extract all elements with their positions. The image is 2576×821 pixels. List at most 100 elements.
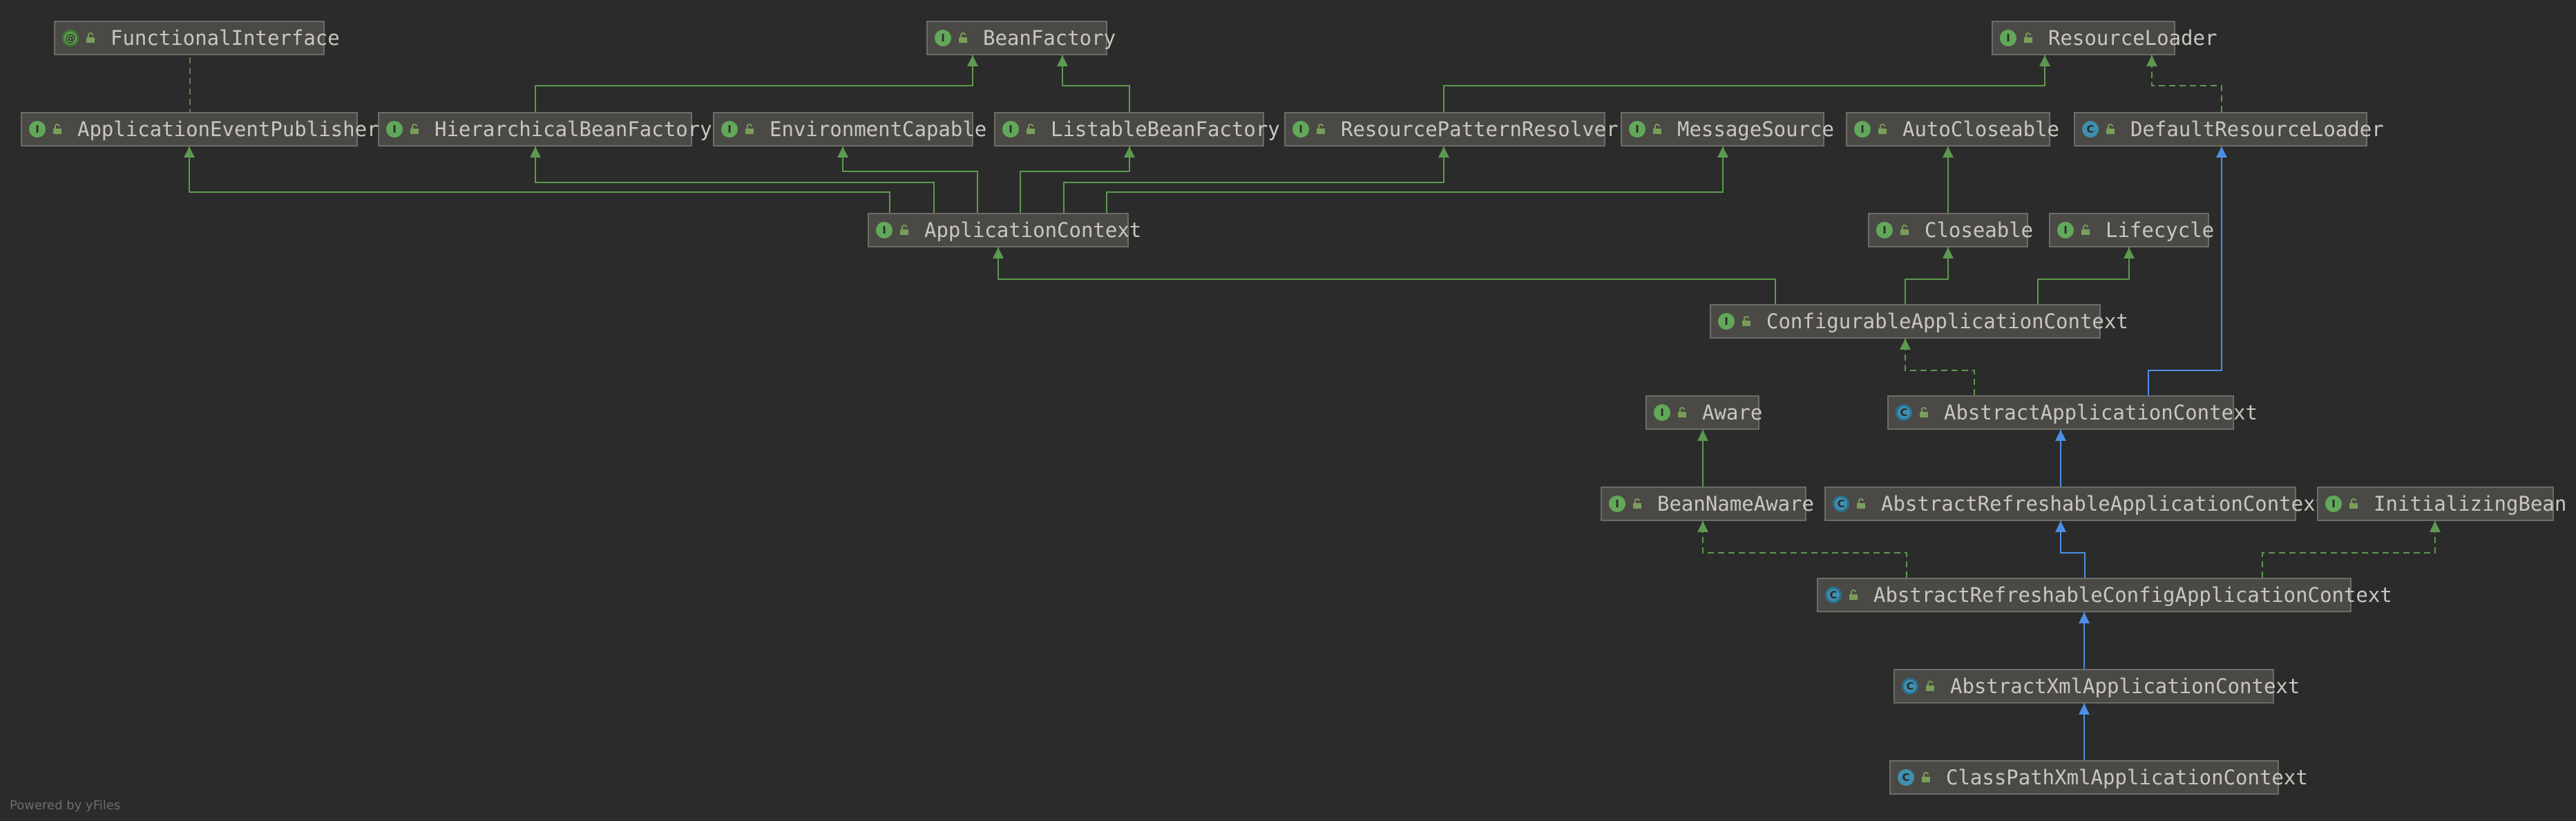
class-node-closeable[interactable]: I Closeable: [1868, 213, 2033, 247]
uml-diagram-canvas: @ FunctionalInterface I BeanFactory I Resourc…: [0, 0, 2576, 821]
class-node-label: ResourcePatternResolver: [1341, 117, 1619, 141]
class-node-abstract-refreshable-config-application-context[interactable]: C AbstractRefreshableConfigApplicationCon…: [1817, 578, 2392, 612]
interface-kind-icon: I: [2000, 30, 2016, 46]
interface-kind-icon: I: [935, 30, 951, 46]
public-access-icon: [1878, 124, 1887, 134]
class-node-resource-loader[interactable]: I ResourceLoader: [1992, 21, 2217, 55]
class-node-label: Aware: [1702, 401, 1763, 424]
public-access-icon: [1633, 498, 1641, 509]
public-access-icon: [1653, 124, 1661, 134]
interface-kind-icon: I: [29, 121, 46, 138]
edge-application-context-to-message-source: [1106, 147, 1728, 213]
class-node-configurable-application-context[interactable]: I ConfigurableApplicationContext: [1710, 304, 2128, 339]
public-access-icon: [53, 124, 61, 134]
public-access-icon: [1900, 225, 1909, 235]
class-node-label: ClassPathXmlApplicationContext: [1946, 766, 2308, 789]
class-node-label: Closeable: [1925, 218, 2034, 242]
class-node-bean-name-aware[interactable]: I BeanNameAware: [1601, 487, 1814, 521]
class-node-label: AbstractApplicationContext: [1944, 401, 2258, 424]
edge-abstract-refreshable-config-application-context-to-initializing-bean: [2262, 521, 2441, 578]
class-node-label: ResourceLoader: [2048, 26, 2217, 50]
edge-configurable-application-context-to-closeable: [1905, 247, 1954, 304]
class-kind-icon: C: [1898, 769, 1914, 786]
public-access-icon: [2081, 225, 2090, 235]
class-node-label: EnvironmentCapable: [770, 117, 987, 141]
interface-kind-icon: I: [1718, 313, 1735, 330]
annotation-kind-icon: @: [62, 30, 79, 46]
public-access-icon: [900, 225, 908, 235]
abstract-kind-icon: C: [1896, 404, 1912, 421]
abstract-kind-icon: C: [1902, 678, 1918, 695]
edge-configurable-application-context-to-application-context: [993, 247, 1776, 304]
class-node-label: Lifecycle: [2106, 218, 2215, 242]
public-access-icon: [1678, 407, 1686, 417]
class-node-message-source[interactable]: I MessageSource: [1621, 112, 1834, 147]
public-access-icon: [1742, 316, 1750, 326]
interface-kind-icon: I: [721, 121, 738, 138]
class-node-label: ApplicationEventPublisher: [77, 117, 379, 141]
class-node-label: AbstractXmlApplicationContext: [1950, 674, 2300, 698]
class-node-resource-pattern-resolver[interactable]: I ResourcePatternResolver: [1284, 112, 1619, 147]
edge-abstract-refreshable-config-application-context-to-bean-name-aware: [1697, 521, 1907, 578]
class-node-abstract-application-context[interactable]: C AbstractApplicationContext: [1887, 395, 2258, 430]
edge-resource-pattern-resolver-to-resource-loader: [1443, 55, 2050, 112]
class-node-label: MessageSource: [1677, 117, 1834, 141]
public-access-icon: [1317, 124, 1325, 134]
class-node-label: HierarchicalBeanFactory: [435, 117, 712, 141]
public-access-icon: [1920, 407, 1928, 417]
class-node-auto-closeable[interactable]: I AutoCloseable: [1846, 112, 2059, 147]
abstract-kind-icon: C: [1833, 496, 1849, 512]
class-node-label: InitializingBean: [2374, 492, 2567, 516]
class-node-label: AbstractRefreshableApplicationContext: [1881, 492, 2328, 516]
interface-kind-icon: I: [1002, 121, 1019, 138]
class-node-label: ListableBeanFactory: [1051, 117, 1280, 141]
class-node-hierarchical-bean-factory[interactable]: I HierarchicalBeanFactory: [378, 112, 712, 147]
edge-abstract-refreshable-application-context-to-abstract-application-context: [2055, 430, 2066, 487]
public-access-icon: [1849, 589, 1858, 600]
class-node-listable-bean-factory[interactable]: I ListableBeanFactory: [994, 112, 1280, 147]
interface-kind-icon: I: [386, 121, 403, 138]
public-access-icon: [1926, 681, 1934, 691]
edge-class-path-xml-application-context-to-abstract-xml-application-context: [2079, 704, 2090, 760]
public-access-icon: [959, 32, 967, 43]
interface-kind-icon: I: [1654, 404, 1670, 421]
class-node-application-event-publisher[interactable]: I ApplicationEventPublisher: [21, 112, 379, 147]
interface-kind-icon: I: [876, 222, 893, 238]
class-node-default-resource-loader[interactable]: C DefaultResourceLoader: [2074, 112, 2384, 147]
interface-kind-icon: I: [1854, 121, 1871, 138]
public-access-icon: [2024, 32, 2032, 43]
public-access-icon: [1857, 498, 1865, 509]
public-access-icon: [1922, 772, 1930, 782]
class-node-initializing-bean[interactable]: I InitializingBean: [2317, 487, 2566, 521]
class-node-abstract-xml-application-context[interactable]: C AbstractXmlApplicationContext: [1893, 669, 2300, 704]
class-node-class-path-xml-application-context[interactable]: C ClassPathXmlApplicationContext: [1889, 760, 2308, 795]
interface-kind-icon: I: [2325, 496, 2342, 512]
class-node-aware[interactable]: I Aware: [1645, 395, 1763, 430]
class-node-label: FunctionalInterface: [111, 26, 340, 50]
edge-closeable-to-auto-closeable: [1943, 147, 1954, 213]
edge-listable-bean-factory-to-bean-factory: [1057, 55, 1130, 112]
class-node-label: ApplicationContext: [924, 218, 1142, 242]
edge-abstract-refreshable-config-application-context-to-abstract-refreshable-application-context: [2055, 521, 2086, 578]
public-access-icon: [2349, 498, 2358, 509]
edge-abstract-xml-application-context-to-abstract-refreshable-config-application-context: [2079, 612, 2090, 669]
edge-application-context-to-hierarchical-bean-factory: [530, 147, 935, 213]
class-node-abstract-refreshable-application-context[interactable]: C AbstractRefreshableApplicationContext: [1824, 487, 2327, 521]
interface-kind-icon: I: [1609, 496, 1625, 512]
interface-kind-icon: I: [1629, 121, 1645, 138]
class-node-lifecycle[interactable]: I Lifecycle: [2049, 213, 2214, 247]
class-node-bean-factory[interactable]: I BeanFactory: [926, 21, 1116, 55]
edge-application-context-to-listable-bean-factory: [1020, 147, 1135, 213]
interface-kind-icon: I: [2057, 222, 2074, 238]
interface-kind-icon: I: [1292, 121, 1309, 138]
class-node-label: AutoCloseable: [1902, 117, 2059, 141]
class-node-label: BeanFactory: [983, 26, 1116, 50]
edge-bean-name-aware-to-aware: [1697, 430, 1708, 487]
class-node-environment-capable[interactable]: I EnvironmentCapable: [713, 112, 986, 147]
class-node-functional-interface[interactable]: @ FunctionalInterface: [54, 21, 340, 55]
powered-by-footer: Powered by yFiles: [10, 798, 121, 813]
class-node-application-context[interactable]: I ApplicationContext: [868, 213, 1141, 247]
class-node-label: AbstractRefreshableConfigApplicationCont…: [1873, 583, 2392, 607]
public-access-icon: [745, 124, 754, 134]
edge-abstract-application-context-to-default-resource-loader: [2148, 147, 2227, 395]
